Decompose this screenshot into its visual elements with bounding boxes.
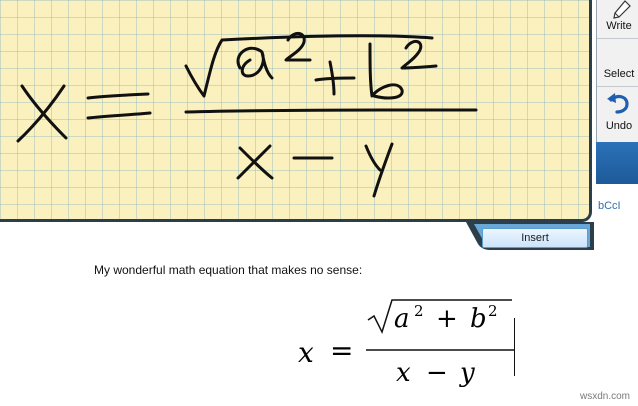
undo-label: Undo: [605, 120, 633, 132]
document-caption: My wonderful math equation that makes no…: [94, 263, 363, 277]
math-input-panel: Insert: [0, 0, 598, 252]
formula-a: a: [394, 304, 410, 334]
pen-icon: [613, 0, 631, 19]
undo-tool[interactable]: Undo: [599, 88, 638, 138]
toolbar-separator: [597, 86, 638, 87]
write-label: Write: [606, 20, 632, 32]
watermark: wsxdn.com: [579, 391, 630, 402]
formula-b: b: [470, 304, 487, 334]
toolbar-separator: [597, 38, 638, 39]
insert-button[interactable]: Insert: [482, 228, 588, 248]
window-frame: [596, 142, 638, 184]
formula-a-exponent: 2: [414, 302, 424, 320]
handwritten-ink: [16, 32, 478, 198]
formula-plus: +: [436, 304, 458, 334]
formula-b-exponent: 2: [488, 302, 498, 320]
right-toolbar: Write Select Undo: [596, 0, 638, 142]
writing-area[interactable]: [0, 0, 592, 222]
formula-den-x: x: [396, 358, 411, 388]
document-fragment: bCcI: [598, 200, 621, 212]
undo-icon: [607, 93, 629, 114]
formula-equals: =: [330, 334, 354, 367]
write-tool[interactable]: Write: [599, 0, 638, 38]
text-cursor: [514, 318, 515, 376]
select-label: Select: [603, 68, 635, 80]
formula-lhs: x: [298, 336, 314, 369]
select-tool[interactable]: Select: [599, 40, 638, 86]
formula-minus: −: [426, 358, 448, 388]
formula-den-y: y: [460, 358, 475, 388]
